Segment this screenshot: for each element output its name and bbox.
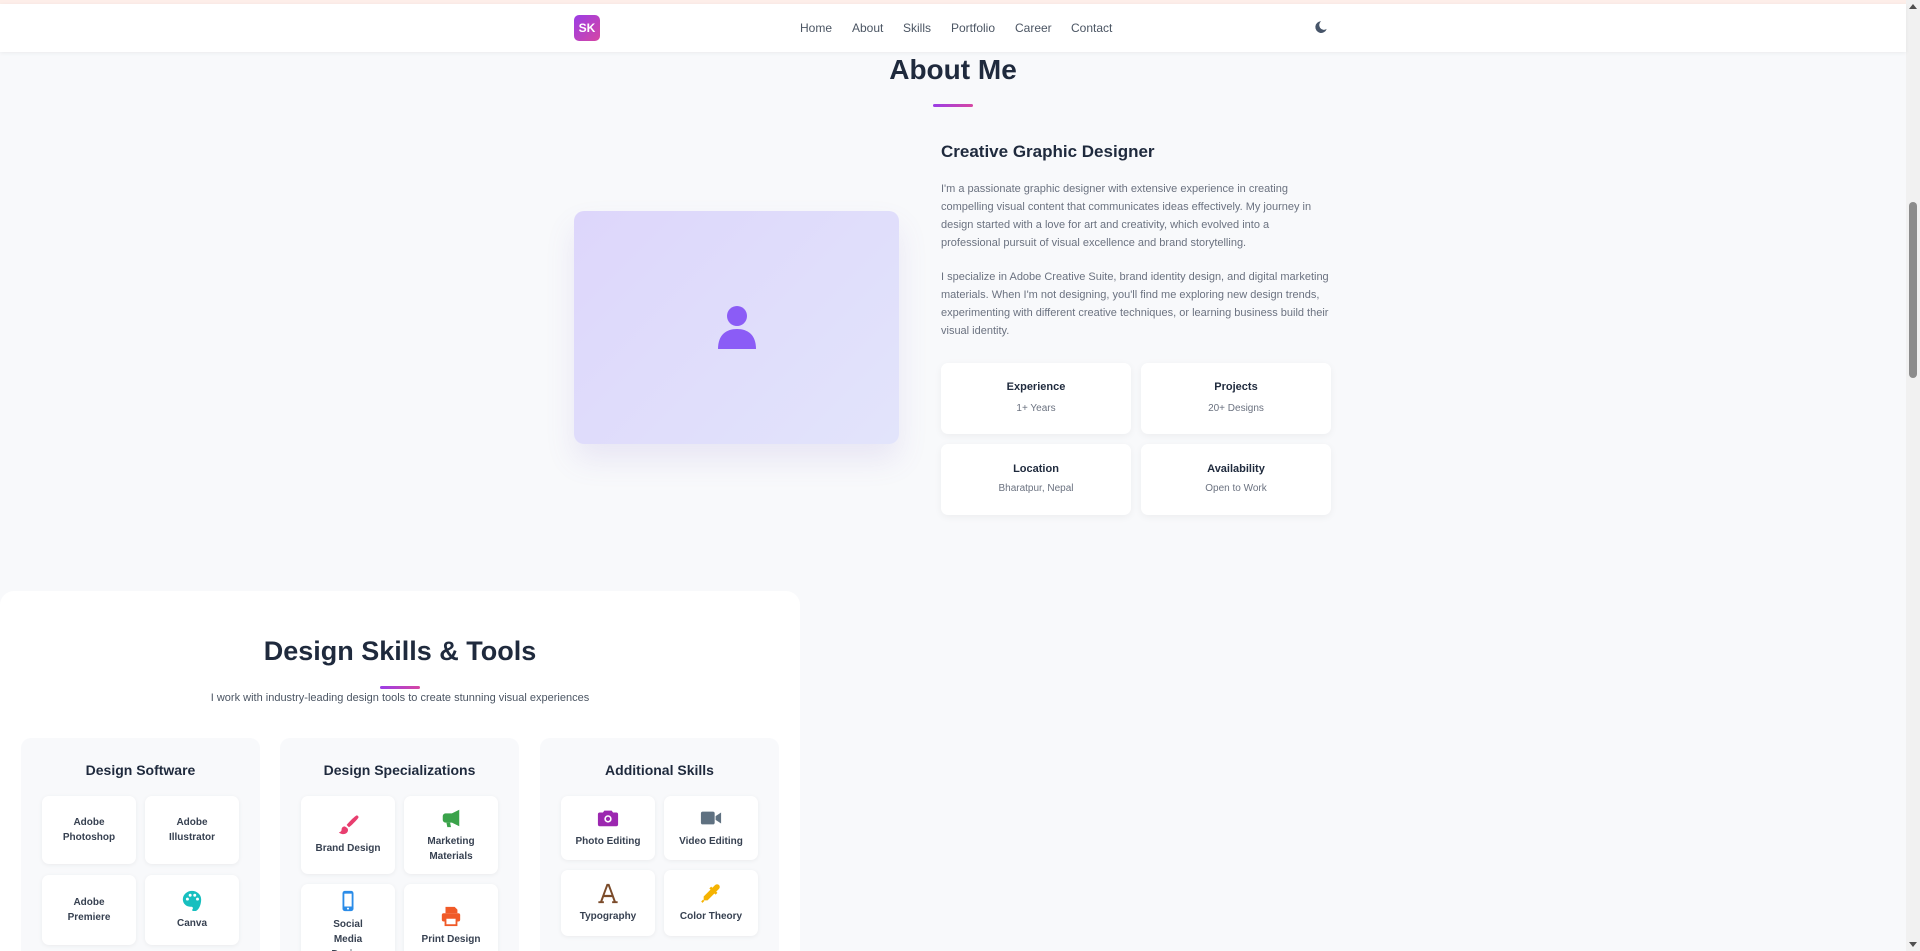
- eyedropper-icon: [701, 884, 720, 903]
- nav-link-contact[interactable]: Contact: [1071, 21, 1112, 35]
- skill-tile-video-editing[interactable]: Video Editing: [664, 796, 758, 860]
- skill-tile-typography[interactable]: Typography: [561, 870, 655, 936]
- scroll-down-arrow-icon[interactable]: [1909, 942, 1917, 947]
- font-icon: [598, 883, 618, 904]
- about-title-underline: [933, 104, 973, 107]
- skills-title: Design Skills & Tools: [263, 636, 537, 666]
- skill-tile-photo-editing[interactable]: Photo Editing: [561, 796, 655, 860]
- moon-icon[interactable]: [1314, 20, 1330, 36]
- skill-name: Photo Editing: [575, 836, 641, 847]
- skill-name: Marketing Materials: [427, 835, 475, 862]
- skill-name: Color Theory: [679, 911, 743, 922]
- skill-name: Typography: [579, 911, 637, 922]
- column-title: Design Specializations: [323, 762, 476, 778]
- skill-tile-canva[interactable]: Canva: [145, 875, 239, 945]
- skill-column-design-specializations: Design Specializations Brand Design Mark…: [280, 738, 519, 951]
- stat-card-availability: Availability Open to Work: [1141, 444, 1331, 515]
- stat-value: 1+ Years: [1016, 403, 1056, 414]
- skill-name: Print Design: [421, 934, 481, 945]
- skill-name: Brand Design: [315, 843, 381, 854]
- paintbrush-icon: [338, 815, 359, 835]
- skill-tile-social-media-design[interactable]: Social Media Design: [301, 884, 395, 951]
- nav-link-career[interactable]: Career: [1015, 21, 1052, 35]
- skill-tile-marketing-materials[interactable]: Marketing Materials: [404, 796, 498, 874]
- skill-tile-brand-design[interactable]: Brand Design: [301, 796, 395, 874]
- stat-label: Projects: [1214, 381, 1258, 393]
- skill-name: Video Editing: [679, 836, 743, 847]
- megaphone-icon: [442, 809, 460, 827]
- skill-column-design-software: Design Software Adobe Photoshop Adobe Il…: [21, 738, 260, 951]
- skill-name: Adobe Premiere: [67, 897, 111, 923]
- column-title: Design Software: [85, 762, 196, 778]
- camera-icon: [597, 810, 619, 827]
- stat-value: Bharatpur, Nepal: [998, 483, 1074, 494]
- skill-column-additional-skills: Additional Skills Photo Editing Video Ed…: [540, 738, 779, 951]
- nav-link-portfolio[interactable]: Portfolio: [951, 21, 995, 35]
- nav-link-home[interactable]: Home: [800, 21, 832, 35]
- navbar: SK Home About Skills Portfolio Career Co…: [0, 4, 1906, 52]
- skill-name: Adobe Illustrator: [168, 817, 216, 843]
- stat-label: Location: [1013, 463, 1059, 475]
- palette-icon: [182, 890, 202, 911]
- about-paragraph-1: I'm a passionate graphic designer with e…: [941, 183, 1312, 249]
- skill-tile-print-design[interactable]: Print Design: [404, 884, 498, 951]
- scroll-up-arrow-icon[interactable]: [1909, 4, 1917, 9]
- skill-tile-color-theory[interactable]: Color Theory: [664, 870, 758, 936]
- scrollbar-thumb[interactable]: [1909, 202, 1917, 378]
- profile-photo-placeholder: [574, 211, 899, 444]
- skill-name: Social Media Design: [331, 919, 364, 951]
- about-paragraph-2: I specialize in Adobe Creative Suite, br…: [941, 271, 1329, 337]
- stat-card-experience: Experience 1+ Years: [941, 363, 1131, 434]
- user-icon: [717, 305, 756, 349]
- skills-description: I work with industry-leading design tool…: [210, 692, 590, 704]
- skill-tile-photoshop[interactable]: Adobe Photoshop: [42, 796, 136, 864]
- nav-link-skills[interactable]: Skills: [903, 21, 931, 35]
- column-title: Additional Skills: [605, 762, 714, 778]
- about-subtitle: Creative Graphic Designer: [941, 142, 1155, 161]
- nav-link-about[interactable]: About: [852, 21, 883, 35]
- skill-tile-illustrator[interactable]: Adobe Illustrator: [145, 796, 239, 864]
- stat-label: Availability: [1207, 463, 1265, 475]
- video-camera-icon: [700, 811, 722, 825]
- logo[interactable]: SK: [574, 15, 600, 41]
- printer-icon: [441, 906, 461, 927]
- stat-card-projects: Projects 20+ Designs: [1141, 363, 1331, 434]
- stat-value: 20+ Designs: [1208, 403, 1264, 414]
- stat-value: Open to Work: [1205, 483, 1267, 494]
- stat-label: Experience: [1006, 381, 1066, 393]
- skill-tile-premiere[interactable]: Adobe Premiere: [42, 875, 136, 945]
- mobile-icon: [342, 890, 354, 912]
- skill-name: Canva: [176, 918, 207, 929]
- scrollbar[interactable]: [1906, 0, 1920, 951]
- stat-card-location: Location Bharatpur, Nepal: [941, 444, 1131, 515]
- about-title: About Me: [889, 54, 1017, 85]
- skills-title-underline: [380, 686, 420, 689]
- skill-name: Adobe Photoshop: [62, 817, 116, 843]
